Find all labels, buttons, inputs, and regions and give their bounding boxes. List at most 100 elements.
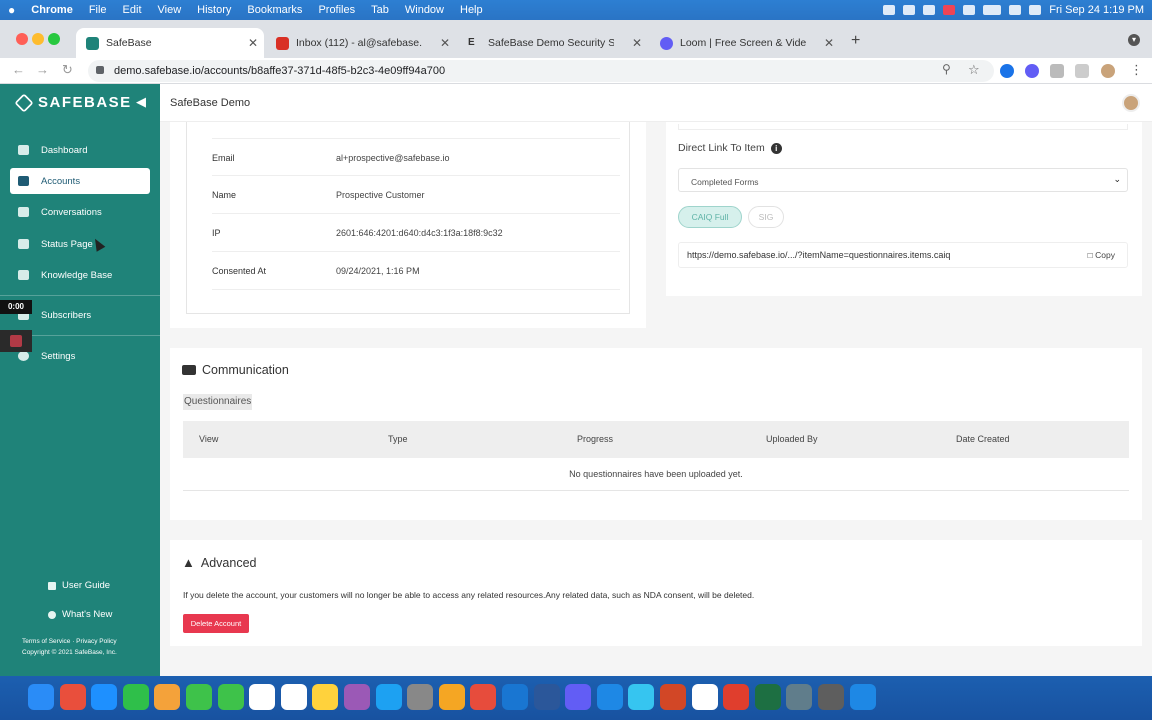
dock-app-icon[interactable] — [660, 684, 686, 710]
menu-tab[interactable]: Tab — [363, 4, 397, 16]
menu-edit[interactable]: Edit — [115, 4, 150, 16]
dock-app-icon[interactable] — [59, 684, 86, 710]
bookmark-star-icon[interactable]: ☆ — [968, 62, 980, 78]
dock-app-icon[interactable] — [628, 684, 655, 710]
sidebar-item-knowledge-base[interactable]: Knowledge Base — [10, 262, 150, 288]
user-guide-link[interactable]: User Guide — [48, 580, 110, 591]
extensions-puzzle-icon[interactable] — [1050, 64, 1064, 78]
dock-app-icon[interactable] — [249, 684, 276, 710]
dock-app-icon[interactable] — [407, 684, 434, 710]
battery-icon[interactable] — [983, 5, 1002, 15]
window-zoom-button[interactable] — [48, 33, 60, 45]
address-bar[interactable]: demo.safebase.io/accounts/b8affe37-371d-… — [88, 60, 994, 82]
menu-window[interactable]: Window — [397, 4, 452, 16]
column-progress[interactable]: Progress — [577, 421, 613, 458]
dock-app-icon[interactable] — [565, 684, 592, 710]
sidebar-divider — [0, 295, 160, 296]
menu-app-name[interactable]: Chrome — [23, 4, 81, 16]
tab-close-icon[interactable]: ✕ — [632, 36, 642, 50]
info-icon[interactable]: i — [770, 142, 782, 154]
reload-icon[interactable]: ↻ — [62, 62, 73, 78]
zoom-icon[interactable]: ⚲ — [942, 62, 951, 76]
new-tab-button[interactable]: + — [851, 32, 860, 50]
item-type-select[interactable]: Completed Forms ⌄ — [678, 168, 1128, 192]
search-icon[interactable] — [1029, 5, 1042, 15]
tab-security-status[interactable]: E SafeBase Demo Security Status ✕ — [458, 28, 648, 58]
dock-app-icon[interactable] — [786, 684, 813, 710]
tab-close-icon[interactable]: ✕ — [824, 36, 834, 50]
column-date-created[interactable]: Date Created — [956, 421, 1010, 458]
column-view[interactable]: View — [199, 421, 218, 458]
dock-app-icon[interactable] — [217, 684, 244, 710]
loom-extension-icon[interactable] — [1025, 64, 1039, 78]
menu-profiles[interactable]: Profiles — [310, 4, 363, 16]
pill-sig[interactable]: SIG — [748, 206, 784, 228]
dock-app-icon[interactable] — [818, 684, 844, 710]
menu-history[interactable]: History — [189, 4, 239, 16]
forward-icon[interactable]: → — [36, 62, 49, 77]
wifi-icon[interactable] — [1009, 5, 1022, 15]
dock-app-icon[interactable] — [533, 684, 560, 710]
status-icon[interactable] — [883, 5, 896, 15]
cloud-icon[interactable] — [923, 5, 936, 15]
dock-app-icon[interactable] — [344, 684, 370, 710]
tab-loom[interactable]: Loom | Free Screen & Video Re ✕ — [650, 28, 840, 58]
dock-app-icon[interactable] — [691, 684, 718, 710]
tab-close-icon[interactable]: ✕ — [248, 36, 258, 50]
menu-bookmarks[interactable]: Bookmarks — [239, 4, 310, 16]
collapse-sidebar-icon[interactable]: ◀ — [136, 94, 146, 110]
window-minimize-button[interactable] — [32, 33, 44, 45]
dock-app-icon[interactable] — [186, 684, 212, 710]
sidebar-item-status-page[interactable]: Status Page — [10, 231, 150, 257]
dock-app-icon[interactable] — [723, 684, 750, 710]
reading-list-icon[interactable] — [1075, 64, 1089, 78]
camera-icon[interactable] — [903, 5, 916, 15]
loom-stop-button[interactable] — [0, 330, 32, 352]
back-icon[interactable]: ← — [12, 62, 25, 77]
window-close-button[interactable] — [16, 33, 28, 45]
column-uploaded-by[interactable]: Uploaded By — [766, 421, 818, 458]
pill-caiq-full[interactable]: CAIQ Full — [678, 206, 742, 228]
safebase-logo[interactable]: SAFEBASE — [14, 92, 132, 113]
dock-app-icon[interactable] — [596, 684, 623, 710]
1password-extension-icon[interactable] — [1000, 64, 1014, 78]
tab-questionnaires[interactable]: Questionnaires — [183, 394, 253, 410]
advanced-card: ▲ Advanced If you delete the account, yo… — [170, 540, 1142, 646]
browser-menu-icon[interactable]: ⋮ — [1130, 62, 1143, 78]
profile-avatar[interactable] — [1101, 64, 1115, 78]
dock-app-icon[interactable] — [438, 684, 465, 710]
dock-app-icon[interactable] — [849, 684, 876, 710]
dock-app-icon[interactable] — [91, 684, 118, 710]
dock-app-icon[interactable] — [154, 684, 181, 710]
sidebar-item-accounts[interactable]: Accounts — [10, 168, 150, 194]
copy-button[interactable]: □ Copy — [1088, 250, 1115, 260]
tab-safebase[interactable]: SafeBase ✕ — [76, 28, 264, 58]
dock-app-icon[interactable] — [312, 684, 339, 710]
menu-file[interactable]: File — [81, 4, 115, 16]
dock-app-icon[interactable] — [502, 684, 528, 710]
dock-app-icon[interactable] — [754, 684, 781, 710]
dock-app-icon[interactable] — [28, 684, 54, 710]
tab-close-icon[interactable]: ✕ — [440, 36, 450, 50]
dock-app-icon[interactable] — [470, 684, 497, 710]
dock-app-icon[interactable] — [280, 684, 307, 710]
user-avatar[interactable] — [1122, 94, 1140, 112]
column-type[interactable]: Type — [388, 421, 408, 458]
delete-account-button[interactable]: Delete Account — [183, 614, 249, 633]
lock-icon[interactable] — [96, 66, 104, 74]
direct-link-url-field[interactable]: https://demo.safebase.io/.../?itemName=q… — [678, 242, 1128, 268]
dock-app-icon[interactable] — [375, 684, 402, 710]
menubar-clock[interactable]: Fri Sep 24 1:19 PM — [1049, 4, 1144, 16]
legal-links[interactable]: Terms of Service · Privacy Policy — [22, 636, 117, 647]
bluetooth-icon[interactable] — [963, 5, 976, 15]
dock-app-icon[interactable] — [122, 684, 149, 710]
sidebar-item-dashboard[interactable]: Dashboard — [10, 137, 150, 163]
tab-inbox[interactable]: Inbox (112) - al@safebase.io - S ✕ — [266, 28, 456, 58]
menu-help[interactable]: Help — [452, 4, 491, 16]
menu-view[interactable]: View — [150, 4, 190, 16]
record-icon[interactable] — [943, 5, 956, 15]
sidebar-item-conversations[interactable]: Conversations — [10, 199, 150, 225]
whats-new-link[interactable]: What's New — [48, 609, 112, 620]
apple-icon[interactable]: ● — [0, 3, 23, 17]
tab-search-icon[interactable]: ▾ — [1128, 34, 1140, 46]
